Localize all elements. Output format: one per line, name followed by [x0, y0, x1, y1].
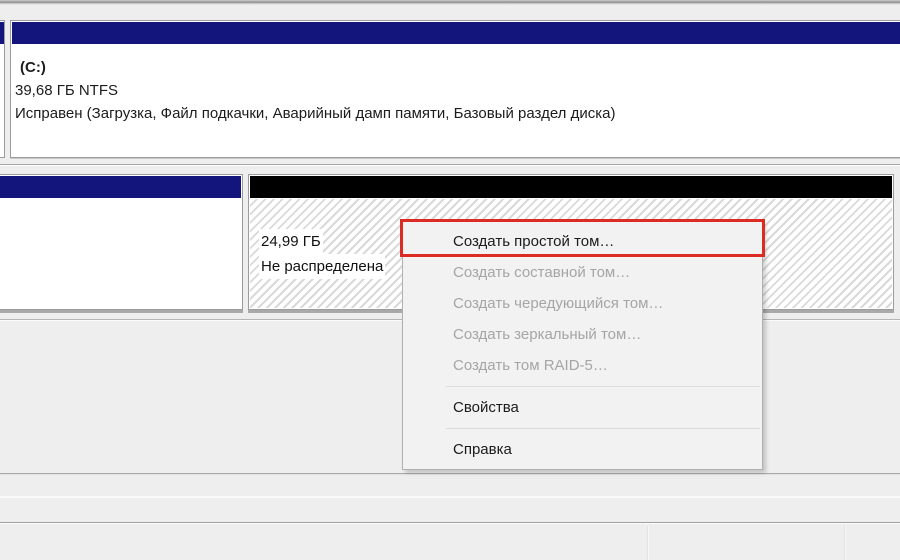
- volume-size: 39,68 ГБ NTFS: [15, 79, 900, 102]
- partition-header-fragment: [0, 22, 4, 44]
- status-bar-divider: [647, 526, 649, 560]
- menu-item-create-mirrored-volume: Создать зеркальный том…: [403, 319, 762, 350]
- volume-label: (C:): [15, 56, 900, 79]
- partition-c-box[interactable]: (C:) 39,68 ГБ NTFS Исправен (Загрузка, Ф…: [10, 20, 900, 158]
- menu-item-help[interactable]: Справка: [403, 434, 762, 465]
- context-menu: Создать простой том… Создать составной т…: [402, 221, 763, 470]
- menu-item-create-spanned-volume: Создать составной том…: [403, 257, 762, 288]
- legend-bar-inner-divider: [0, 496, 900, 498]
- menu-item-create-striped-volume: Создать чередующийся том…: [403, 288, 762, 319]
- legend-bar-top-divider: [0, 473, 900, 475]
- menu-separator: [446, 428, 760, 429]
- menu-separator: [446, 386, 760, 387]
- unallocated-status: Не распределена: [259, 254, 385, 279]
- volume-status: Исправен (Загрузка, Файл подкачки, Авари…: [15, 102, 900, 125]
- disk1-unallocated-header-bar: [250, 176, 892, 198]
- pane-splitter: [0, 0, 900, 5]
- status-bar-divider: [844, 526, 846, 560]
- disk1-volume-header-bar: [0, 176, 241, 198]
- menu-item-properties[interactable]: Свойства: [403, 392, 762, 423]
- partition-box-fragment: [0, 20, 5, 158]
- status-bar-top-divider: [0, 522, 900, 524]
- partition-c-header-bar: [12, 22, 900, 44]
- disk1-volume-box[interactable]: [0, 174, 243, 310]
- unallocated-size: 24,99 ГБ: [259, 229, 323, 254]
- row-divider: [0, 164, 900, 166]
- menu-item-create-raid5-volume: Создать том RAID-5…: [403, 350, 762, 381]
- menu-item-create-simple-volume[interactable]: Создать простой том…: [403, 226, 762, 257]
